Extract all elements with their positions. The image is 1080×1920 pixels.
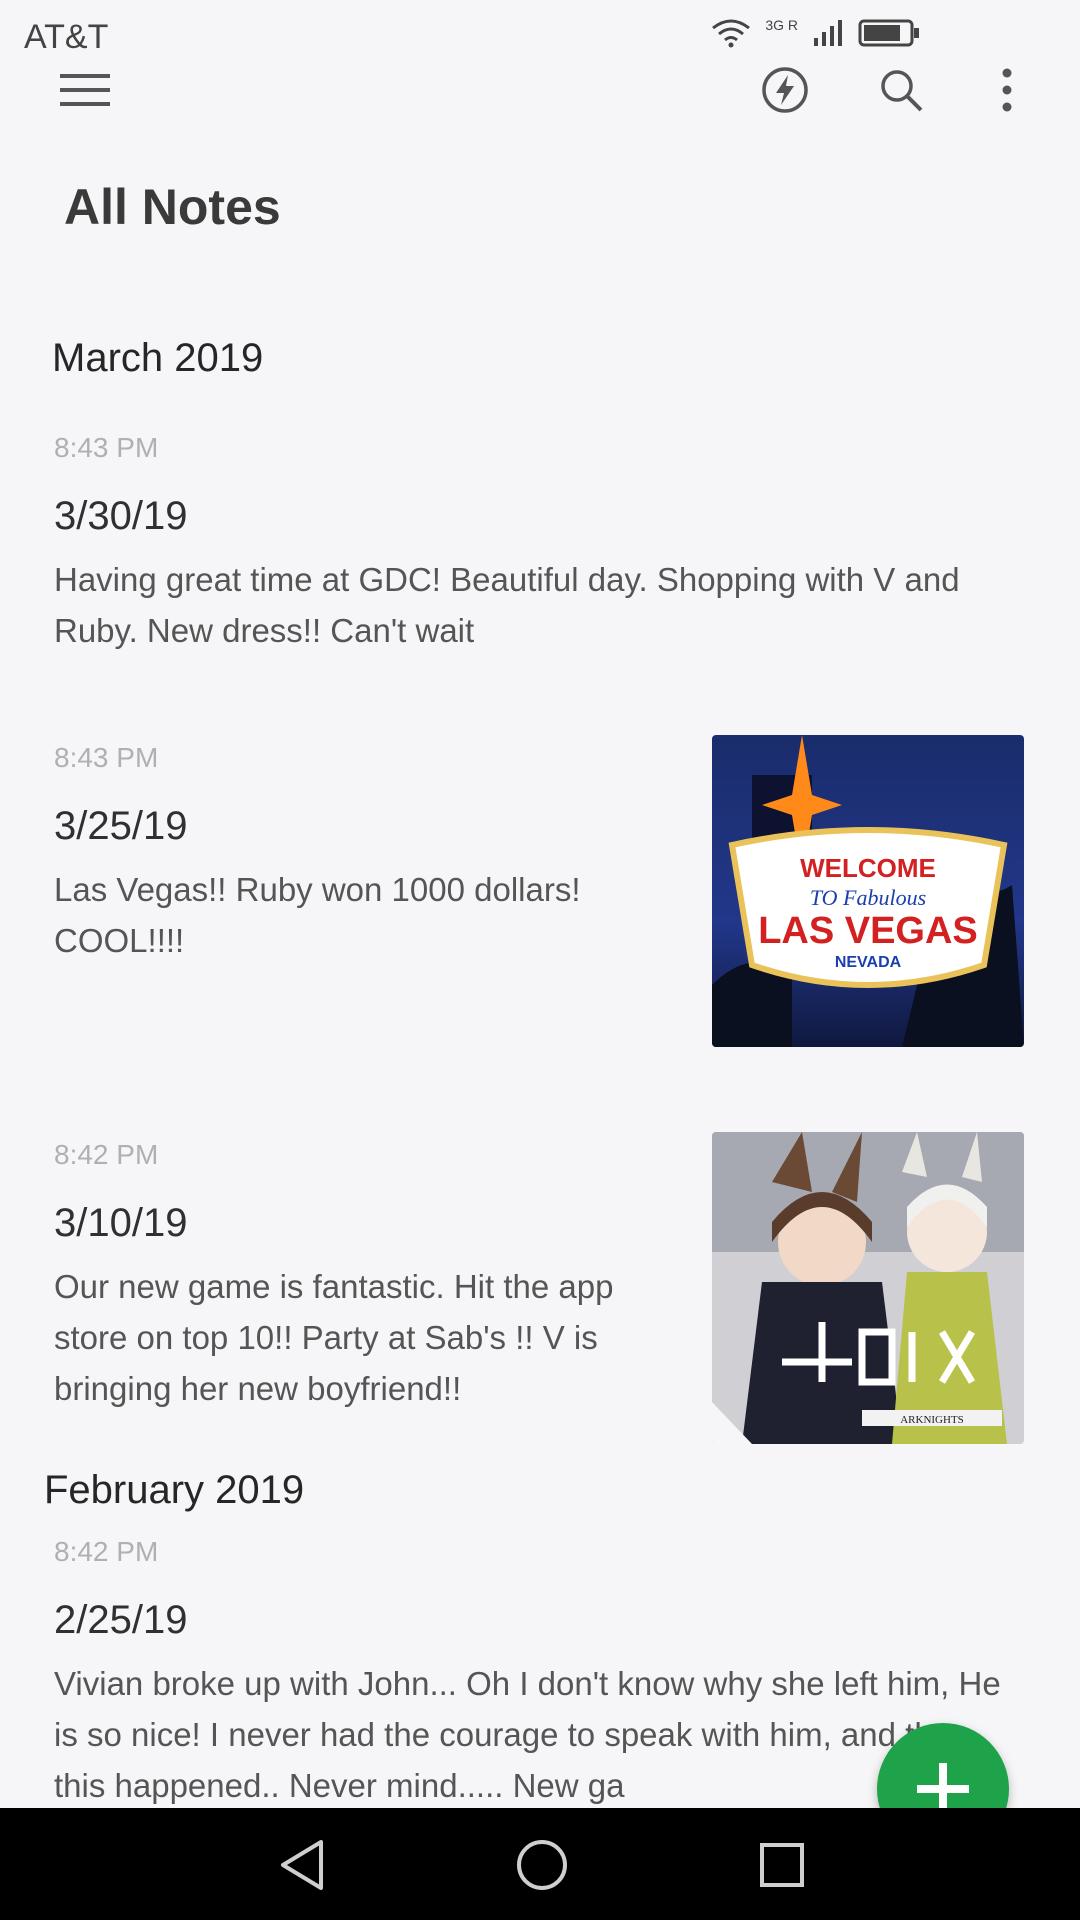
status-bar: AT&T 3G R bbox=[0, 0, 1080, 60]
more-vert-icon bbox=[1002, 68, 1012, 112]
carrier-label: AT&T bbox=[24, 18, 109, 56]
note-title: 3/10/19 bbox=[54, 1201, 188, 1245]
page-title: All Notes bbox=[64, 179, 281, 235]
search-icon bbox=[881, 70, 923, 112]
note-thumbnail: WELCOME TO Fabulous LAS VEGAS NEVADA bbox=[712, 735, 1024, 1047]
sign-line-las-vegas: LAS VEGAS bbox=[758, 910, 978, 952]
note-item[interactable]: 8:42 PM 3/10/19 Our new game is fantasti… bbox=[0, 1127, 1080, 1467]
back-triangle-icon bbox=[281, 1840, 323, 1890]
search-button[interactable] bbox=[866, 55, 936, 125]
note-title: 3/30/19 bbox=[54, 494, 188, 538]
more-options-button[interactable] bbox=[972, 55, 1042, 125]
back-button[interactable] bbox=[262, 1830, 342, 1900]
quick-action-button[interactable] bbox=[750, 55, 820, 125]
note-preview: Having great time at GDC! Beautiful day.… bbox=[54, 561, 960, 649]
menu-button[interactable] bbox=[50, 55, 120, 125]
app-bar bbox=[0, 55, 1080, 165]
note-title: 3/25/19 bbox=[54, 804, 188, 848]
lightning-icon bbox=[762, 67, 808, 113]
note-time: 8:42 PM bbox=[54, 1536, 159, 1567]
note-time: 8:42 PM bbox=[54, 1139, 159, 1170]
wifi-icon bbox=[712, 19, 751, 48]
note-item[interactable]: 8:43 PM 3/30/19 Having great time at GDC… bbox=[0, 420, 1080, 670]
game-caption: ARKNIGHTS bbox=[900, 1414, 964, 1426]
sign-line-welcome: WELCOME bbox=[800, 853, 936, 883]
month-header: February 2019 bbox=[44, 1468, 305, 1512]
battery-icon bbox=[858, 19, 919, 47]
system-nav-bar bbox=[0, 1808, 1080, 1920]
network-type-label: 3G R bbox=[765, 17, 798, 33]
status-icons: 3G R bbox=[711, 17, 920, 48]
home-circle-icon bbox=[517, 1840, 567, 1890]
note-time: 8:43 PM bbox=[54, 432, 159, 463]
sign-line-fabulous: TO Fabulous bbox=[810, 885, 926, 910]
vegas-sign-image: WELCOME TO Fabulous LAS VEGAS NEVADA bbox=[712, 735, 1024, 1047]
note-item[interactable]: 8:43 PM 3/25/19 Las Vegas!! Ruby won 100… bbox=[0, 730, 1080, 1060]
hamburger-icon bbox=[60, 74, 110, 106]
month-header: March 2019 bbox=[52, 336, 264, 380]
note-time: 8:43 PM bbox=[54, 742, 159, 773]
note-thumbnail: ARKNIGHTS bbox=[712, 1132, 1024, 1444]
sign-line-nevada: NEVADA bbox=[835, 954, 902, 971]
note-preview: Las Vegas!! Ruby won 1000 dollars! COOL!… bbox=[54, 871, 581, 959]
home-button[interactable] bbox=[502, 1830, 582, 1900]
note-preview: Vivian broke up with John... Oh I don't … bbox=[54, 1665, 1001, 1804]
recents-button[interactable] bbox=[742, 1830, 822, 1900]
recents-square-icon bbox=[760, 1843, 804, 1887]
note-title: 2/25/19 bbox=[54, 1598, 188, 1642]
signal-icon bbox=[814, 20, 842, 46]
note-preview: Our new game is fantastic. Hit the app s… bbox=[54, 1268, 614, 1407]
game-art-image: ARKNIGHTS bbox=[712, 1132, 1024, 1444]
